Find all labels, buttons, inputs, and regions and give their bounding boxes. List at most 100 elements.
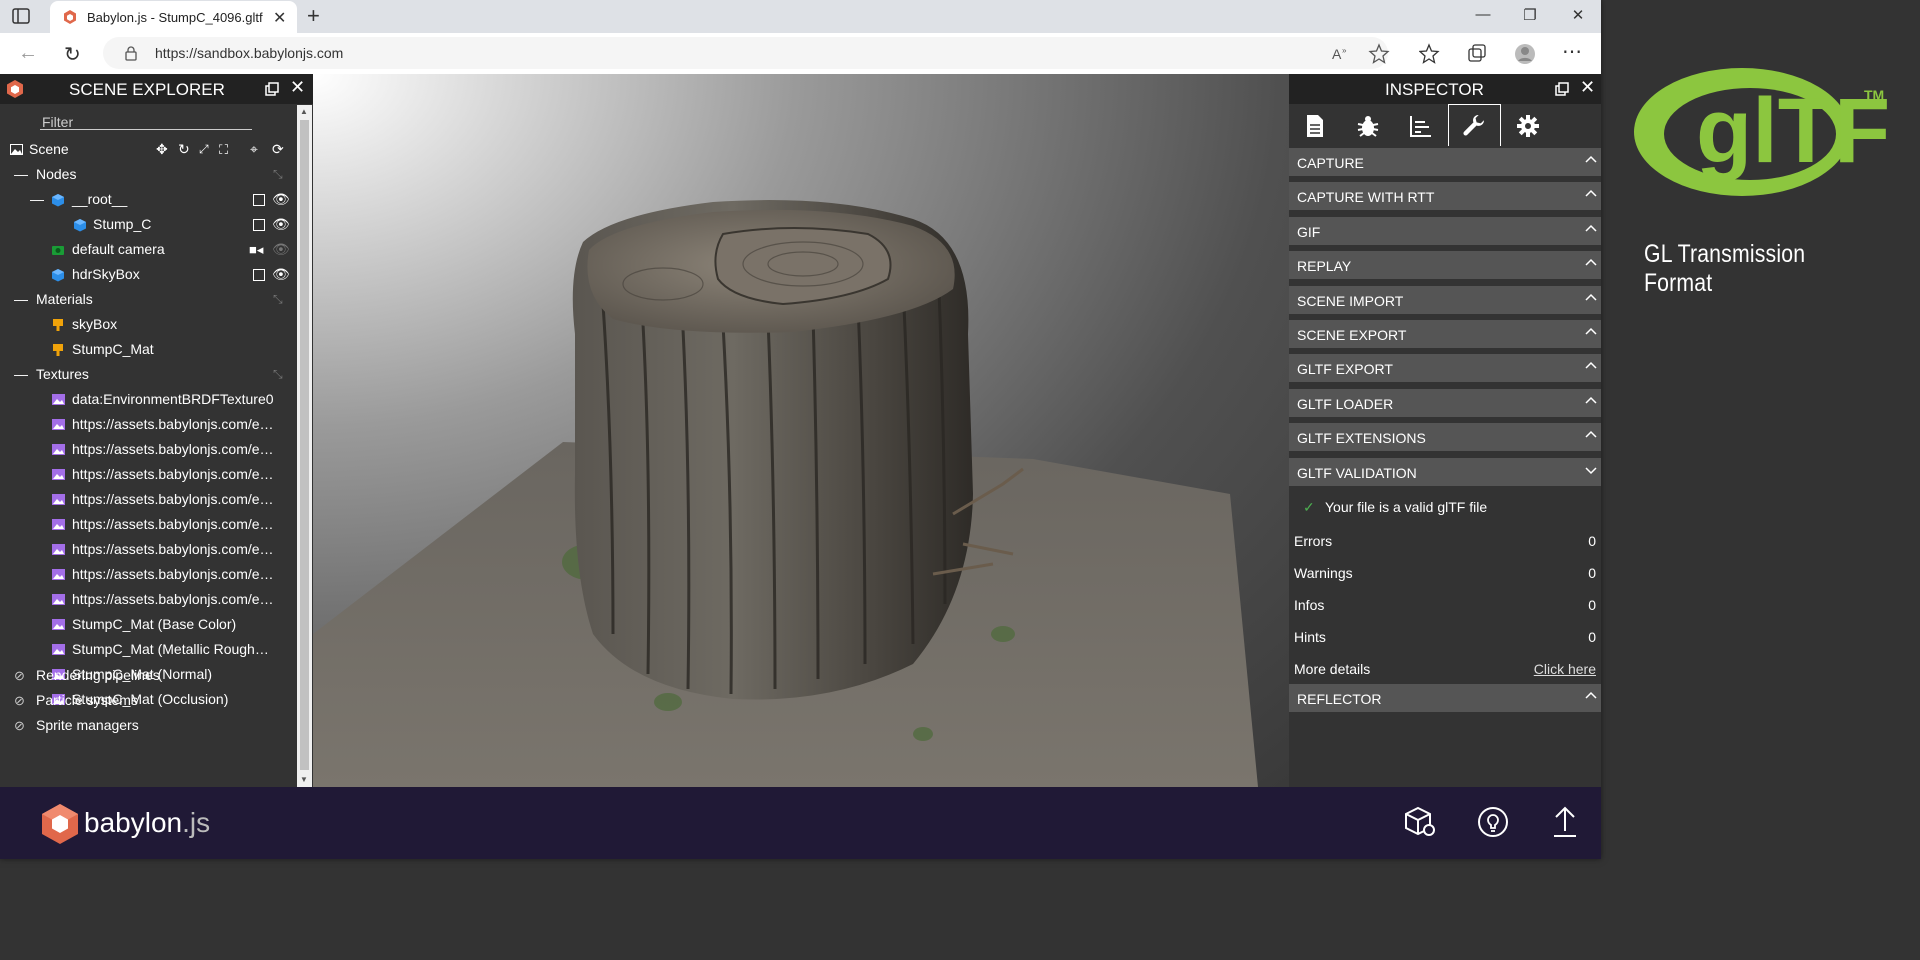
tree-item-texture[interactable]: StumpC_Mat (Metallic Rough… xyxy=(0,637,297,662)
root-label: __root__ xyxy=(72,191,128,207)
bounding-box-checkbox[interactable] xyxy=(253,269,265,281)
restore-icon[interactable]: ❐ xyxy=(1520,6,1540,24)
tree-item-root[interactable]: — __root__ 👁 xyxy=(0,187,297,212)
skybox-label: hdrSkyBox xyxy=(72,266,140,282)
section-gltf-extensions[interactable]: GLTF EXTENSIONS xyxy=(1289,423,1601,453)
close-icon[interactable]: ✕ xyxy=(290,77,305,98)
bounding-box-gizmo-icon[interactable]: ⛶ xyxy=(219,137,228,162)
bounding-box-checkbox[interactable] xyxy=(253,194,265,206)
section-capture-with-rtt[interactable]: CAPTURE WITH RTT xyxy=(1289,182,1601,212)
popout-icon[interactable] xyxy=(265,82,279,96)
visibility-eye-icon[interactable]: 👁 xyxy=(272,187,290,212)
collapse-icon[interactable]: — xyxy=(14,162,28,187)
tab-close-icon[interactable]: ✕ xyxy=(273,8,286,28)
tree-item-skybox[interactable]: hdrSkyBox 👁 xyxy=(0,262,297,287)
tree-item-texture[interactable]: StumpC_Mat (Base Color) xyxy=(0,612,297,637)
browser-tab[interactable]: Babylon.js - StumpC_4096.gltf ✕ xyxy=(50,1,297,33)
active-camera-icon[interactable]: ■◂ xyxy=(249,237,263,262)
add-favorite-icon[interactable] xyxy=(1368,43,1390,65)
visibility-eye-icon[interactable]: 👁 xyxy=(272,212,290,237)
tree-item-texture[interactable]: https://assets.babylonjs.com/e… xyxy=(0,462,297,487)
minimize-icon[interactable]: — xyxy=(1473,6,1493,23)
scene-row[interactable]: Scene ✥ ↻ ⤢ ⛶ ⌖ ⟳ xyxy=(0,137,297,162)
refresh-icon[interactable]: ↻ xyxy=(64,42,81,67)
profile-avatar-icon[interactable] xyxy=(1514,43,1536,65)
expand-all-icon[interactable]: ⤡ xyxy=(273,287,283,312)
babylon-logo-icon[interactable] xyxy=(40,803,80,845)
tree-item-texture[interactable]: https://assets.babylonjs.com/e… xyxy=(0,487,297,512)
back-icon[interactable]: ← xyxy=(18,42,38,65)
textures-row[interactable]: — Textures ⤡ xyxy=(0,362,297,387)
prop-value: 0 xyxy=(1588,533,1596,549)
tab-debug[interactable] xyxy=(1342,104,1395,146)
particle-systems-row[interactable]: ⊘ Particle systems xyxy=(0,688,297,713)
scale-gizmo-icon[interactable]: ⤢ xyxy=(199,137,209,162)
section-gltf-validation[interactable]: GLTF VALIDATION xyxy=(1289,457,1601,487)
tree-item-texture[interactable]: https://assets.babylonjs.com/e… xyxy=(0,412,297,437)
rendering-pipelines-row[interactable]: ⊘ Rendering pipelines xyxy=(0,663,297,688)
explorer-scrollbar[interactable]: ▲ ▼ xyxy=(297,105,312,787)
section-scene-import[interactable]: SCENE IMPORT xyxy=(1289,285,1601,315)
expand-all-icon[interactable]: ⤡ xyxy=(273,162,283,187)
tree-item-texture[interactable]: https://assets.babylonjs.com/e… xyxy=(0,562,297,587)
collapse-icon[interactable]: — xyxy=(14,287,28,312)
url-box[interactable]: https://sandbox.babylonjs.com xyxy=(103,37,1388,69)
tree-item-texture[interactable]: https://assets.babylonjs.com/e… xyxy=(0,587,297,612)
rendering-pipelines-label: Rendering pipelines xyxy=(36,667,160,683)
bounding-box-checkbox[interactable] xyxy=(253,219,265,231)
section-gltf-export[interactable]: GLTF EXPORT xyxy=(1289,354,1601,384)
environment-settings-icon[interactable] xyxy=(1403,805,1437,839)
nodes-row[interactable]: — Nodes ⤡ xyxy=(0,162,297,187)
pick-icon[interactable]: ⌖ xyxy=(250,137,258,162)
lightbulb-icon[interactable] xyxy=(1476,805,1510,839)
materials-row[interactable]: — Materials ⤡ xyxy=(0,287,297,312)
section-replay[interactable]: REPLAY xyxy=(1289,251,1601,281)
render-canvas[interactable] xyxy=(313,74,1289,787)
read-aloud-icon[interactable]: A» xyxy=(1330,43,1352,65)
section-scene-export[interactable]: SCENE EXPORT xyxy=(1289,320,1601,349)
tree-item-texture[interactable]: data:EnvironmentBRDFTexture0 xyxy=(0,387,297,412)
collapse-icon[interactable]: — xyxy=(30,187,44,212)
section-gif[interactable]: GIF xyxy=(1289,216,1601,246)
upload-icon[interactable] xyxy=(1548,805,1582,839)
tab-tools[interactable] xyxy=(1448,104,1501,146)
expand-all-icon[interactable]: ⤡ xyxy=(273,362,283,387)
tree-item-texture[interactable]: https://assets.babylonjs.com/e… xyxy=(0,512,297,537)
tree-item-stump[interactable]: Stump_C 👁 xyxy=(0,212,297,237)
validation-status: ✓ Your file is a valid glTF file xyxy=(1289,493,1601,521)
refresh-scene-icon[interactable]: ⟳ xyxy=(272,137,284,162)
tree-item-material[interactable]: skyBox xyxy=(0,312,297,337)
tab-actions-icon[interactable] xyxy=(12,8,30,24)
translate-gizmo-icon[interactable]: ✥ xyxy=(156,137,168,162)
section-capture[interactable]: CAPTURE xyxy=(1289,148,1601,177)
sprite-managers-row[interactable]: ⊘ Sprite managers xyxy=(0,713,297,738)
tree-item-camera[interactable]: default camera ■◂ 👁 xyxy=(0,237,297,262)
more-details-link[interactable]: Click here xyxy=(1534,661,1596,677)
collections-icon[interactable] xyxy=(1466,43,1488,65)
camera-icon xyxy=(52,246,64,255)
visibility-eye-icon[interactable]: 👁 xyxy=(272,237,290,262)
tree-item-material[interactable]: StumpC_Mat xyxy=(0,337,297,362)
section-reflector[interactable]: REFLECTOR xyxy=(1289,684,1601,713)
scroll-down-icon[interactable]: ▼ xyxy=(300,775,308,784)
rotate-gizmo-icon[interactable]: ↻ xyxy=(178,137,190,162)
new-tab-icon[interactable]: + xyxy=(307,3,320,29)
filter-input[interactable] xyxy=(40,113,244,131)
visibility-eye-icon[interactable]: 👁 xyxy=(272,262,290,287)
window-close-icon[interactable]: ✕ xyxy=(1568,6,1588,24)
gltf-wordmark: glTF xyxy=(1696,80,1890,182)
section-gltf-loader[interactable]: GLTF LOADER xyxy=(1289,388,1601,418)
texture-image-icon xyxy=(52,619,65,630)
tab-settings[interactable] xyxy=(1501,104,1554,146)
collapse-icon[interactable]: — xyxy=(14,362,28,387)
more-options-icon[interactable]: ⋯ xyxy=(1562,39,1582,64)
close-icon[interactable]: ✕ xyxy=(1580,77,1595,98)
favorites-icon[interactable] xyxy=(1419,43,1441,65)
scrollbar-thumb[interactable] xyxy=(300,120,309,770)
popout-icon[interactable] xyxy=(1555,82,1569,96)
tab-statistics[interactable] xyxy=(1395,104,1448,146)
scroll-up-icon[interactable]: ▲ xyxy=(300,107,308,116)
tree-item-texture[interactable]: https://assets.babylonjs.com/e… xyxy=(0,437,297,462)
tree-item-texture[interactable]: https://assets.babylonjs.com/e… xyxy=(0,537,297,562)
tab-properties[interactable] xyxy=(1289,104,1342,146)
